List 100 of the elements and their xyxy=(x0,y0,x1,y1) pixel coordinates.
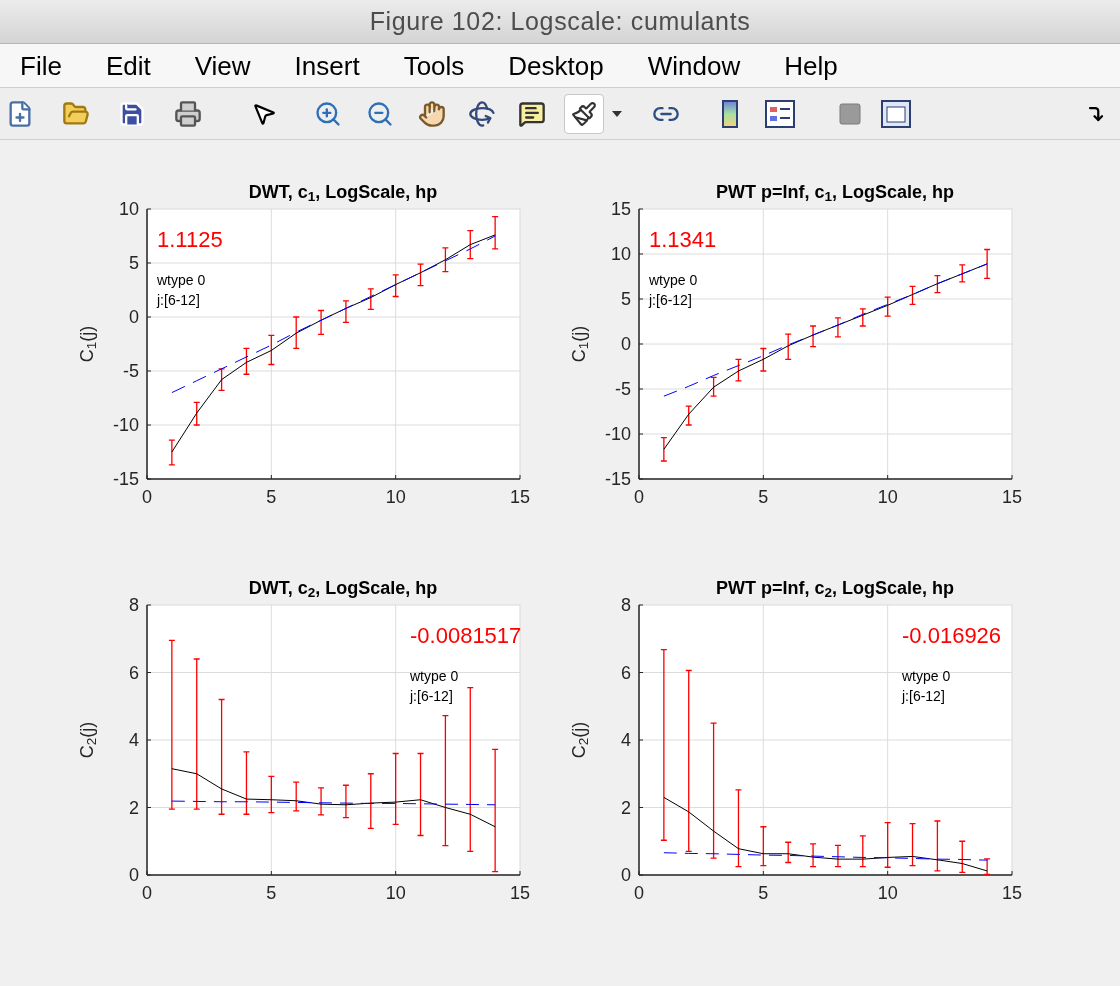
error-bar xyxy=(859,835,867,868)
error-bar xyxy=(317,309,325,335)
error-bar xyxy=(933,274,942,294)
x-tick-label: 0 xyxy=(634,883,644,903)
menu-item[interactable]: Edit xyxy=(105,52,151,79)
error-bar xyxy=(168,439,176,466)
annotation-text: j:[6-12] xyxy=(410,688,453,704)
error-bar xyxy=(367,773,375,830)
error-bar xyxy=(958,264,966,283)
error-bar xyxy=(933,820,942,872)
annotation-text: j:[6-12] xyxy=(649,292,692,308)
menu-item[interactable]: View xyxy=(194,52,251,79)
error-bar xyxy=(292,316,300,349)
error-bar xyxy=(267,334,275,366)
error-bar xyxy=(859,308,867,327)
error-bar xyxy=(392,274,400,298)
x-tick-label: 15 xyxy=(1002,883,1022,903)
y-tick-label: 0 xyxy=(129,307,139,327)
dropdown-caret-icon[interactable] xyxy=(612,110,622,117)
y-tick-label: 8 xyxy=(129,597,139,615)
annotation-text: j:[6-12] xyxy=(902,688,945,704)
error-bar xyxy=(709,376,718,397)
error-bar xyxy=(193,401,201,426)
error-bar xyxy=(685,405,693,426)
error-bar xyxy=(809,843,817,868)
error-bar xyxy=(983,248,991,279)
annotation-text: wtype 0 xyxy=(902,668,951,684)
x-tick-label: 5 xyxy=(266,487,277,507)
annotation-text: wtype 0 xyxy=(157,272,206,288)
x-tick-label: 5 xyxy=(758,487,769,507)
chart-title: PWT p=Inf, c$_{1}$, LogScale, hp xyxy=(715,183,955,201)
menu-item[interactable]: File xyxy=(20,52,62,79)
error-bar xyxy=(784,841,792,864)
y-tick-label: 15 xyxy=(610,201,631,219)
x-tick-label: 5 xyxy=(266,883,277,903)
y-tick-label: -15 xyxy=(113,469,139,489)
y-tick-label: 4 xyxy=(129,730,139,750)
y-tick-label: 8 xyxy=(621,597,631,615)
error-bar xyxy=(784,333,792,360)
error-bar xyxy=(884,822,892,868)
y-tick-label: 5 xyxy=(621,289,631,309)
y-tick-label: -10 xyxy=(113,415,139,435)
y-tick-label: 10 xyxy=(610,244,631,264)
brush-icon xyxy=(571,100,597,127)
slope-value: 1.1341 xyxy=(649,227,717,252)
y-tick-label: 2 xyxy=(621,797,631,818)
error-bar xyxy=(660,436,668,462)
error-bar xyxy=(958,840,966,873)
y-tick-label: 5 xyxy=(129,253,139,273)
error-bar xyxy=(908,823,917,867)
y-tick-label: 4 xyxy=(621,730,631,750)
slope-value: -0.016926 xyxy=(902,623,1002,648)
error-bar xyxy=(242,347,251,375)
y-tick-label: 0 xyxy=(621,865,631,885)
menu-item[interactable]: Desktop xyxy=(508,52,604,79)
y-tick-label: -15 xyxy=(605,469,631,489)
menu-item[interactable]: Help xyxy=(784,52,838,79)
menu-item[interactable]: Tools xyxy=(403,52,465,79)
annotation-text: wtype 0 xyxy=(649,272,698,288)
error-bar xyxy=(292,781,300,812)
error-bar xyxy=(317,787,325,816)
y-tick-label: 6 xyxy=(129,662,139,683)
chart-title: DWT, c$_{2}$, LogScale, hp xyxy=(248,579,438,597)
y-tick-label: 2 xyxy=(129,797,139,818)
menu-item[interactable]: Window xyxy=(647,52,741,79)
x-tick-label: 5 xyxy=(758,883,769,903)
x-tick-label: 10 xyxy=(877,487,898,507)
x-tick-label: 10 xyxy=(385,883,406,903)
y-tick-label: 6 xyxy=(621,662,631,683)
brush-button[interactable] xyxy=(564,93,604,134)
error-bar xyxy=(342,784,350,819)
x-tick-label: 15 xyxy=(1002,487,1022,507)
error-bar xyxy=(884,296,892,317)
error-bar xyxy=(441,247,450,273)
y-tick-label: -5 xyxy=(123,361,139,381)
error-bar xyxy=(834,317,842,338)
error-bar xyxy=(759,347,767,372)
y-tick-label: 0 xyxy=(129,865,139,885)
error-bar xyxy=(217,368,226,392)
annotation-text: wtype 0 xyxy=(410,668,459,684)
error-bar xyxy=(908,285,917,306)
slope-value: -0.0081517 xyxy=(410,623,522,648)
slope-value: 1.1125 xyxy=(157,227,223,252)
error-bar xyxy=(242,751,251,815)
menu-item[interactable]: Insert xyxy=(294,52,360,79)
annotation-text: j:[6-12] xyxy=(157,292,200,308)
x-tick-label: 15 xyxy=(510,883,530,903)
y-tick-label: -10 xyxy=(605,424,631,444)
error-bar xyxy=(342,300,350,324)
error-bar xyxy=(734,358,743,382)
window-title: Figure 102: Logscale: cumulants xyxy=(369,5,751,37)
error-bar xyxy=(759,826,767,867)
error-bar xyxy=(367,288,375,311)
chart-title: DWT, c$_{1}$, LogScale, hp xyxy=(248,183,438,201)
x-tick-label: 0 xyxy=(142,487,152,507)
x-tick-label: 10 xyxy=(385,487,406,507)
error-bar xyxy=(267,775,275,814)
error-bar xyxy=(834,844,842,868)
x-tick-label: 0 xyxy=(634,487,644,507)
error-bar xyxy=(983,858,991,875)
